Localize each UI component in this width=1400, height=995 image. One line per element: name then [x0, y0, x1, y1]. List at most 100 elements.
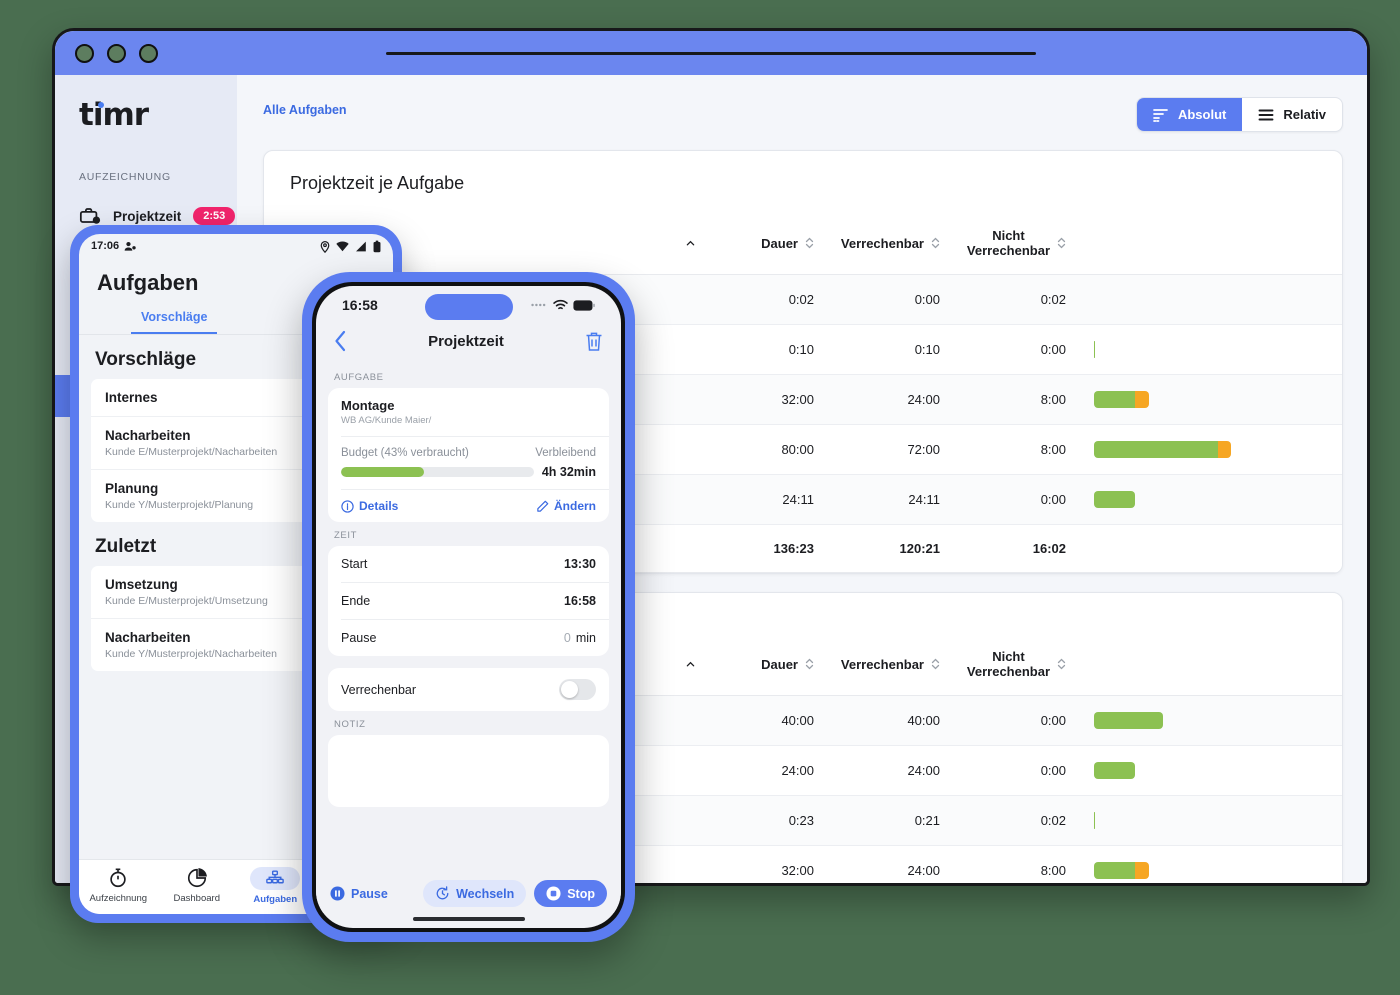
bar-segment-billable [1094, 862, 1136, 879]
cell-dauer: 40:00 [716, 695, 828, 746]
th-verrechenbar-label: Verrechenbar [840, 235, 924, 251]
breadcrumb[interactable]: Alle Aufgaben [263, 97, 347, 117]
details-link[interactable]: Details [341, 499, 398, 513]
row-start[interactable]: Start 13:30 [328, 546, 609, 582]
nav-item-label: Aufzeichnung [89, 893, 148, 904]
row-pause[interactable]: Pause 0 min [328, 620, 609, 656]
remaining-label: Verbleibend [535, 447, 596, 459]
tab-vorschlaege[interactable]: Vorschläge [131, 304, 218, 334]
nav-item-label: Dashboard [173, 893, 220, 904]
view-mode-absolut-label: Absolut [1177, 107, 1227, 122]
view-mode-toggle[interactable]: Absolut Relativ [1135, 97, 1343, 132]
iphone-action-bar: Pause Wechseln Stop [316, 870, 621, 913]
billable-toggle[interactable] [559, 679, 596, 700]
task-name: Montage [341, 398, 395, 413]
cell-verrechenbar: 0:10 [828, 324, 954, 375]
pause-label: Pause [351, 886, 388, 901]
cell-nicht-verrechenbar: 0:02 [954, 274, 1080, 325]
th-bar [1080, 214, 1342, 275]
cell-nicht-verrechenbar: 8:00 [954, 424, 1080, 475]
bar-segment-billable [1094, 762, 1136, 779]
bar-segment-non-billable [1135, 391, 1149, 408]
budget-progress-bar [341, 467, 534, 477]
cell-caret [664, 424, 716, 475]
switch-button[interactable]: Wechseln [423, 880, 527, 907]
row-ende[interactable]: Ende 16:58 [328, 583, 609, 619]
cell-verrechenbar: 24:00 [828, 374, 954, 425]
th-nicht-verrechenbar[interactable]: Nicht Verrechenbar [954, 214, 1080, 275]
cell-dauer: 32:00 [716, 374, 828, 425]
cell-bar [1080, 474, 1342, 525]
maximize-button[interactable] [139, 43, 158, 63]
stacked-bar [1094, 441, 1328, 458]
sort-icon [805, 237, 814, 249]
stop-button[interactable]: Stop [534, 880, 607, 907]
sidebar-caption: AUFZEICHNUNG [79, 171, 171, 183]
iphone-bezel: 16:58 Projektzeit AUFGABE Montage WB AG/… [312, 282, 625, 932]
sort-icon [931, 237, 940, 249]
cell-caret [664, 695, 716, 746]
row-label: Pause [341, 631, 377, 645]
stacked-bar [1094, 712, 1328, 729]
task-info[interactable]: Montage WB AG/Kunde Maier/ [328, 388, 609, 436]
cell-caret [664, 324, 716, 375]
cell-dauer: 80:00 [716, 424, 828, 475]
bar-segment-billable [1094, 391, 1136, 408]
screenshot-stage: timr AUFZEICHNUNG Projektzeit 2:53 Alle … [0, 0, 1400, 995]
billable-label: Verrechenbar [341, 682, 417, 697]
page-title: Projektzeit [428, 332, 504, 350]
sidebar-timer-badge: 2:53 [193, 207, 236, 225]
stop-icon [546, 886, 561, 901]
sort-icon [1057, 237, 1066, 249]
org-chart-icon [266, 870, 285, 884]
th-dauer[interactable]: Dauer [716, 635, 828, 696]
address-bar[interactable] [386, 51, 1036, 55]
budget-block: Budget (43% verbraucht) Verbleibend 4h 3… [328, 437, 609, 489]
battery-icon [373, 240, 381, 252]
trash-icon[interactable] [585, 331, 603, 352]
nav-item-dashboard[interactable]: Dashboard [158, 867, 237, 905]
th-dauer[interactable]: Dauer [716, 214, 828, 275]
th-bar [1080, 635, 1342, 696]
pause-icon [330, 886, 345, 901]
close-button[interactable] [75, 43, 94, 63]
iphone-status-icons [531, 299, 595, 311]
edit-label: Ändern [554, 499, 596, 513]
window-controls[interactable] [75, 43, 158, 63]
cell-verrechenbar: 0:21 [828, 795, 954, 846]
nav-item-label: Aufgaben [253, 894, 298, 905]
cell-caret [664, 845, 716, 883]
stopwatch-icon [110, 868, 126, 888]
th-verrechenbar[interactable]: Verrechenbar [828, 635, 954, 696]
note-textarea[interactable] [328, 735, 609, 807]
view-mode-absolut[interactable]: Absolut [1136, 98, 1243, 131]
nav-item-aufzeichnung[interactable]: Aufzeichnung [79, 867, 158, 905]
dynamic-island [424, 294, 513, 320]
stacked-bar [1094, 762, 1328, 779]
th-nicht-verrechenbar[interactable]: Nicht Verrechenbar [954, 635, 1080, 696]
cell-nicht-verrechenbar: 0:00 [954, 695, 1080, 746]
th-verrechenbar[interactable]: Verrechenbar [828, 214, 954, 275]
budget-label: Budget (43% verbraucht) [341, 447, 469, 459]
cell-total-verrechenbar: 120:21 [828, 524, 954, 573]
cell-bar [1080, 745, 1342, 796]
edit-link[interactable]: Ändern [536, 499, 596, 513]
pause-button[interactable]: Pause [330, 880, 400, 907]
cell-verrechenbar: 72:00 [828, 424, 954, 475]
cell-verrechenbar: 24:00 [828, 845, 954, 883]
cell-caret [664, 274, 716, 325]
cell-nicht-verrechenbar: 8:00 [954, 374, 1080, 425]
view-mode-relativ[interactable]: Relativ [1242, 98, 1342, 131]
cell-verrechenbar: 0:00 [828, 274, 954, 325]
card-title: Projektzeit je Aufgabe [290, 173, 465, 193]
iphone-status-bar: 16:58 [316, 286, 621, 324]
th-sort-caret[interactable] [664, 635, 716, 696]
app-logo-text: timr [79, 97, 149, 133]
row-label: Ende [341, 594, 371, 608]
minimize-button[interactable] [107, 43, 126, 63]
row-verrechenbar[interactable]: Verrechenbar [328, 668, 609, 711]
back-chevron-icon[interactable] [334, 330, 347, 352]
cell-nicht-verrechenbar: 0:02 [954, 795, 1080, 846]
th-sort-caret[interactable] [664, 214, 716, 275]
stacked-bar [1094, 491, 1328, 508]
